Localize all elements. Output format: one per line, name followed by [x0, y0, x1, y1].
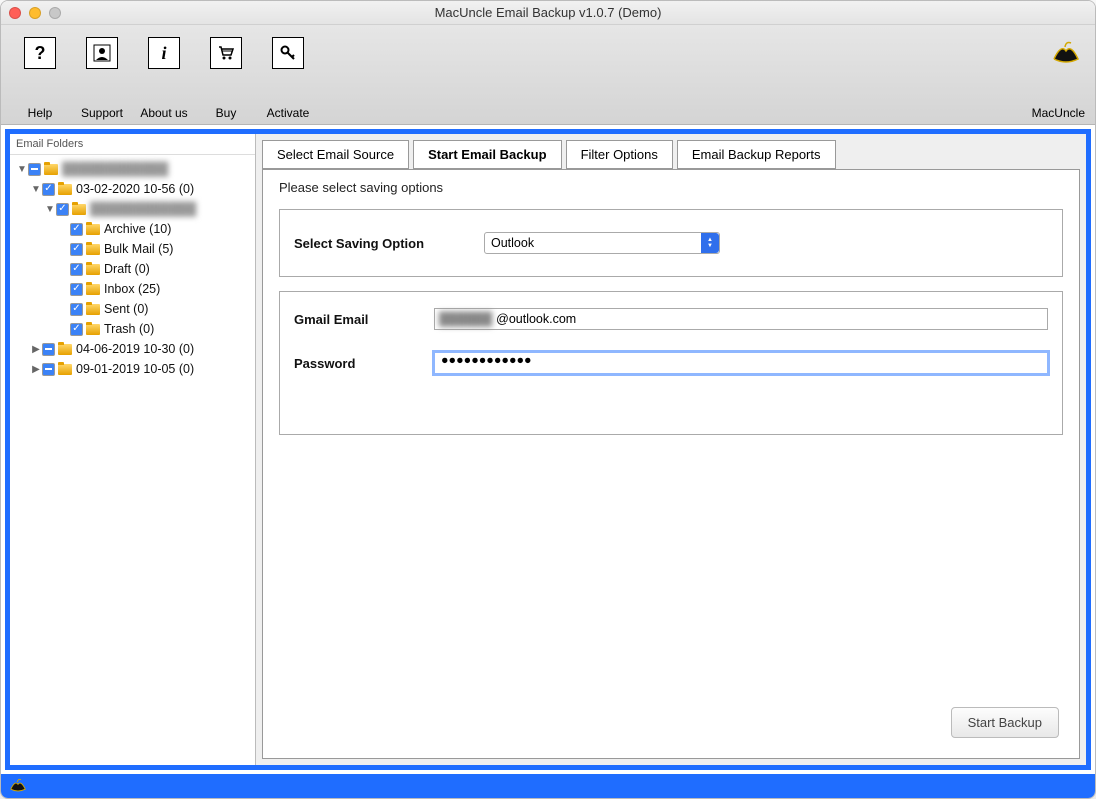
saving-option-label: Select Saving Option	[294, 236, 434, 251]
saving-option-select[interactable]: Outlook ▲▼	[484, 232, 720, 254]
checkbox-icon[interactable]	[70, 323, 83, 336]
tab-reports[interactable]: Email Backup Reports	[677, 140, 836, 169]
tree-root[interactable]: ▼ ████████████	[12, 159, 253, 179]
chevron-updown-icon: ▲▼	[701, 233, 719, 253]
tree-label: Trash (0)	[104, 322, 154, 336]
toolbar-item-about[interactable]: i	[133, 37, 195, 69]
tree-leaf[interactable]: Draft (0)	[12, 259, 253, 279]
password-label: Password	[294, 356, 434, 371]
checkbox-icon[interactable]	[42, 343, 55, 356]
email-label: Gmail Email	[294, 312, 434, 327]
brand-label: MacUncle	[1032, 106, 1085, 120]
toolbar-item-support[interactable]	[71, 37, 133, 69]
checkbox-icon[interactable]	[28, 163, 41, 176]
folder-tree: ▼ ████████████ ▼ 03-02-2020 10-56 (0) ▼	[10, 155, 255, 383]
folder-icon	[58, 364, 72, 375]
toolbar-label: About us	[133, 106, 195, 120]
email-user-blur: ██████	[435, 312, 496, 326]
brand-logo	[1051, 37, 1087, 65]
toolbar-label: Buy	[195, 106, 257, 120]
folder-icon	[86, 244, 100, 255]
tree-label: Bulk Mail (5)	[104, 242, 173, 256]
toolbar-label: Help	[9, 106, 71, 120]
tree-label: 03-02-2020 10-56 (0)	[76, 182, 194, 196]
cart-icon	[210, 37, 242, 69]
folder-icon	[86, 304, 100, 315]
folder-icon	[86, 264, 100, 275]
tree-label: ████████████	[90, 202, 196, 216]
checkbox-icon[interactable]	[56, 203, 69, 216]
brand-icon	[9, 776, 27, 797]
help-icon: ?	[24, 37, 56, 69]
content: Email Folders ▼ ████████████ ▼ 03-02-202…	[1, 125, 1095, 774]
credentials-group: Gmail Email ██████ @outlook.com Password	[279, 291, 1063, 435]
tree-label: ████████████	[62, 162, 168, 176]
tree-leaf[interactable]: Bulk Mail (5)	[12, 239, 253, 259]
backup-panel: Please select saving options Select Savi…	[262, 169, 1080, 759]
checkbox-icon[interactable]	[42, 363, 55, 376]
tab-filter-options[interactable]: Filter Options	[566, 140, 673, 169]
tree-node-date[interactable]: ▶ 04-06-2019 10-30 (0)	[12, 339, 253, 359]
titlebar: MacUncle Email Backup v1.0.7 (Demo)	[1, 1, 1095, 25]
tree-leaf[interactable]: Sent (0)	[12, 299, 253, 319]
sidebar-header: Email Folders	[10, 134, 255, 155]
checkbox-icon[interactable]	[70, 223, 83, 236]
checkbox-icon[interactable]	[70, 243, 83, 256]
panel-instruction: Please select saving options	[279, 180, 1063, 195]
tab-bar: Select Email Source Start Email Backup F…	[262, 140, 1080, 169]
email-field[interactable]: ██████ @outlook.com	[434, 308, 1048, 330]
tree-leaf[interactable]: Trash (0)	[12, 319, 253, 339]
start-backup-button[interactable]: Start Backup	[951, 707, 1059, 738]
tree-label: Archive (10)	[104, 222, 171, 236]
toolbar: ? i Help Support About us Buy Activate	[1, 25, 1095, 125]
folder-icon	[86, 284, 100, 295]
tree-label: Inbox (25)	[104, 282, 160, 296]
folder-icon	[86, 324, 100, 335]
folder-icon	[44, 164, 58, 175]
sidebar: Email Folders ▼ ████████████ ▼ 03-02-202…	[10, 134, 256, 765]
folder-icon	[72, 204, 86, 215]
tree-label: 04-06-2019 10-30 (0)	[76, 342, 194, 356]
toolbar-item-buy[interactable]	[195, 37, 257, 69]
email-domain: @outlook.com	[496, 312, 582, 326]
chevron-right-icon[interactable]: ▶	[30, 364, 42, 375]
folder-icon	[58, 344, 72, 355]
toolbar-label: Activate	[257, 106, 319, 120]
chevron-right-icon[interactable]: ▶	[30, 344, 42, 355]
tab-start-backup[interactable]: Start Email Backup	[413, 140, 562, 169]
main-panel: Select Email Source Start Email Backup F…	[256, 134, 1086, 765]
password-value: ●●●●●●●●●●●●	[441, 353, 532, 367]
folder-icon	[86, 224, 100, 235]
tree-label: 09-01-2019 10-05 (0)	[76, 362, 194, 376]
saving-option-group: Select Saving Option Outlook ▲▼	[279, 209, 1063, 277]
tree-node-date[interactable]: ▶ 09-01-2019 10-05 (0)	[12, 359, 253, 379]
info-icon: i	[148, 37, 180, 69]
select-value: Outlook	[491, 236, 534, 250]
checkbox-icon[interactable]	[70, 303, 83, 316]
toolbar-item-activate[interactable]	[257, 37, 319, 69]
tab-select-source[interactable]: Select Email Source	[262, 140, 409, 169]
toolbar-label: Support	[71, 106, 133, 120]
toolbar-labels: Help Support About us Buy Activate	[9, 106, 319, 120]
tree-node-date[interactable]: ▼ 03-02-2020 10-56 (0)	[12, 179, 253, 199]
toolbar-item-help[interactable]: ?	[9, 37, 71, 69]
window-title: MacUncle Email Backup v1.0.7 (Demo)	[1, 5, 1095, 20]
tree-label: Draft (0)	[104, 262, 150, 276]
tree-leaf[interactable]: Archive (10)	[12, 219, 253, 239]
key-icon	[272, 37, 304, 69]
chevron-down-icon[interactable]: ▼	[44, 204, 56, 215]
footer-bar	[1, 774, 1095, 798]
checkbox-icon[interactable]	[42, 183, 55, 196]
checkbox-icon[interactable]	[70, 263, 83, 276]
checkbox-icon[interactable]	[70, 283, 83, 296]
folder-icon	[58, 184, 72, 195]
chevron-down-icon[interactable]: ▼	[16, 164, 28, 175]
password-field[interactable]: ●●●●●●●●●●●●	[434, 352, 1048, 374]
tree-node-account[interactable]: ▼ ████████████	[12, 199, 253, 219]
app-window: MacUncle Email Backup v1.0.7 (Demo) ? i …	[0, 0, 1096, 799]
tree-label: Sent (0)	[104, 302, 148, 316]
tree-leaf[interactable]: Inbox (25)	[12, 279, 253, 299]
chevron-down-icon[interactable]: ▼	[30, 184, 42, 195]
person-icon	[86, 37, 118, 69]
